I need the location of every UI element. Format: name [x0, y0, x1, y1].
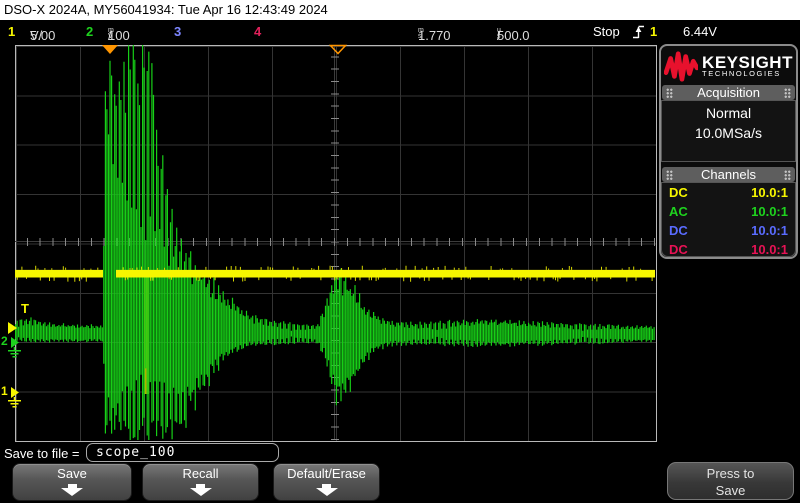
brand-logo: KEYSIGHT TECHNOLOGIES: [662, 48, 795, 84]
channels-body: DC 10.0:1 AC 10.0:1 DC 10.0:1 DC 10.0:1: [661, 182, 796, 257]
softkey-recall[interactable]: Recall: [142, 463, 259, 501]
softkey-save[interactable]: Save: [12, 463, 132, 501]
ch1-number[interactable]: 1: [8, 24, 15, 39]
ch-probe: 10.0:1: [751, 222, 788, 240]
channels-header: Channels: [662, 167, 795, 182]
ch-probe: 10.0:1: [751, 241, 788, 259]
ch-probe: 10.0:1: [751, 203, 788, 221]
graticule-center-hticks: [15, 238, 655, 246]
down-arrow-icon: [189, 484, 213, 496]
ch-coupling: AC: [669, 203, 688, 221]
brand-sub: TECHNOLOGIES: [702, 70, 793, 78]
oscilloscope-screen: DSO-X 2024A, MY56041934: Tue Apr 16 12:4…: [0, 0, 800, 503]
instrument-id: DSO-X 2024A, MY56041934: Tue Apr 16 12:4…: [4, 2, 328, 17]
ch-coupling: DC: [669, 241, 688, 259]
channel-row: DC 10.0:1: [662, 221, 795, 240]
acquisition-body: Normal 10.0MSa/s: [661, 100, 796, 162]
grip-icon: [666, 88, 673, 98]
ch1-ground-symbol-icon: [7, 397, 22, 409]
status-row: 1 5.00V/ 2 100mV/ 3 4 1.770ms 500.0us/ S…: [0, 20, 800, 44]
ch1-ground-label[interactable]: 1: [1, 384, 8, 398]
sample-rate: 10.0MSa/s: [662, 125, 795, 141]
ch2-ground-symbol-icon: [7, 347, 22, 359]
grip-icon: [784, 88, 791, 98]
down-arrow-icon: [315, 484, 339, 496]
acquisition-header: Acquisition: [662, 85, 795, 100]
softkey-default-erase[interactable]: Default/Erase: [273, 463, 380, 501]
ch-coupling: DC: [669, 184, 688, 202]
ch2-number[interactable]: 2: [86, 24, 93, 39]
keysight-waveform-icon: [664, 50, 698, 82]
ch3-number[interactable]: 3: [174, 24, 181, 39]
brand-name: KEYSIGHT: [702, 55, 793, 70]
ch-probe: 10.0:1: [751, 184, 788, 202]
channel-row: AC 10.0:1: [662, 202, 795, 221]
ch2-ground-label[interactable]: 2: [1, 334, 8, 348]
title-bar: DSO-X 2024A, MY56041934: Tue Apr 16 12:4…: [0, 0, 800, 20]
trigger-level: 6.44V: [683, 24, 717, 39]
grip-icon: [666, 170, 673, 180]
trigger-source: 1: [650, 24, 657, 39]
save-to-file-label: Save to file =: [4, 446, 80, 461]
down-arrow-icon: [60, 484, 84, 496]
grip-icon: [784, 170, 791, 180]
run-state: Stop: [593, 24, 620, 39]
ch4-number[interactable]: 4: [254, 24, 261, 39]
ch-coupling: DC: [669, 222, 688, 240]
channel-row: DC 10.0:1: [662, 183, 795, 202]
press-to-save-button[interactable]: Press to Save: [667, 462, 794, 500]
acquisition-mode: Normal: [662, 105, 795, 121]
edge-trigger-icon: [632, 23, 645, 43]
channel-row: DC 10.0:1: [662, 240, 795, 259]
trigger-level-arrow-icon[interactable]: [8, 322, 17, 334]
trigger-level-letter[interactable]: T: [21, 301, 29, 316]
filename-input[interactable]: scope_100: [86, 443, 279, 462]
